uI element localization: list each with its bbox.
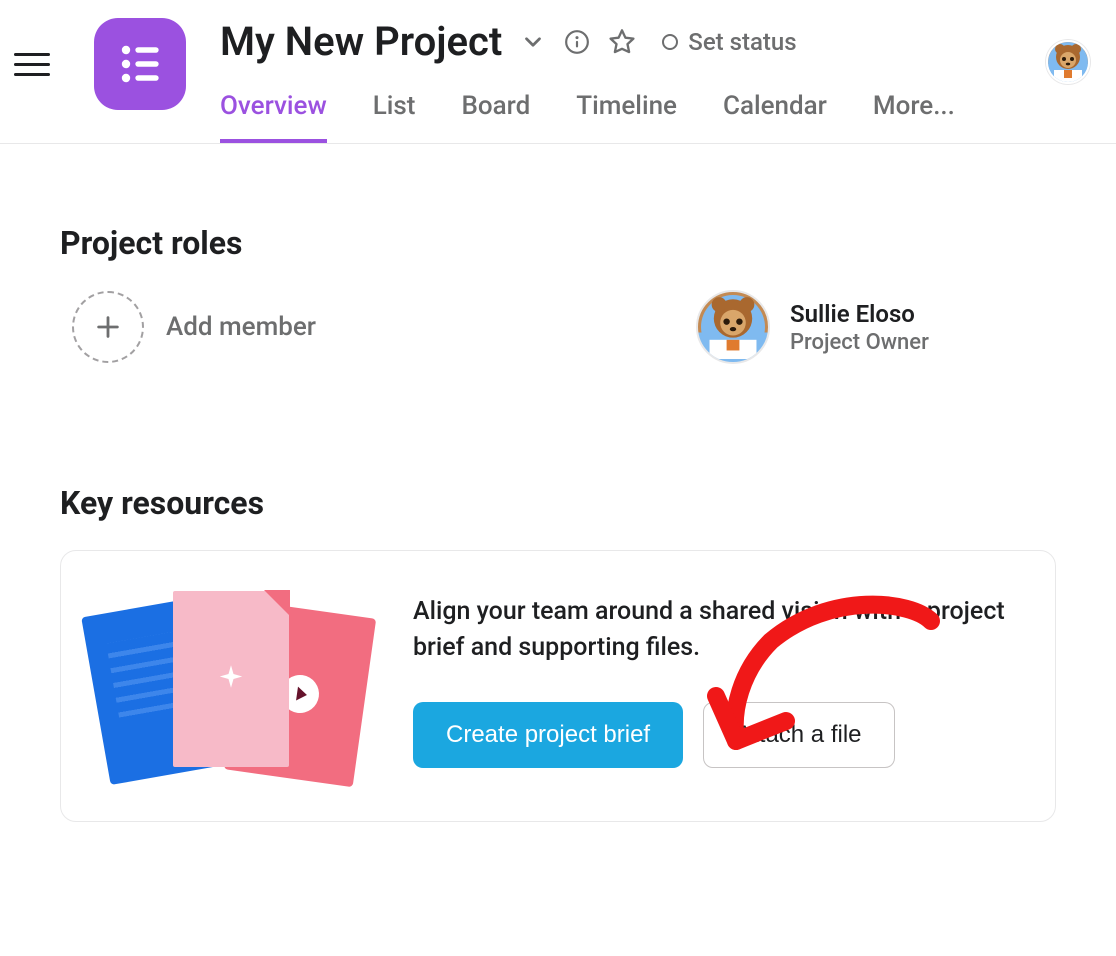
info-icon[interactable]: [564, 29, 590, 55]
status-dot-icon: [662, 34, 678, 50]
plus-icon: [72, 291, 144, 363]
star-icon[interactable]: [608, 28, 636, 56]
resources-description: Align your team around a shared vision w…: [413, 594, 1021, 667]
owner-avatar: [696, 290, 770, 364]
create-project-brief-button[interactable]: Create project brief: [413, 702, 683, 768]
status-label: Set status: [688, 28, 796, 56]
documents-illustration: [95, 591, 365, 771]
add-member-label: Add member: [166, 312, 316, 342]
menu-icon[interactable]: [14, 44, 54, 84]
user-avatar[interactable]: [1046, 40, 1090, 84]
section-title-resources: Key resources: [60, 484, 1056, 522]
header: My New Project Set status Overview List …: [0, 0, 1116, 144]
card-buttons: Create project brief Attach a file: [413, 702, 1021, 768]
add-member-button[interactable]: Add member: [60, 291, 316, 363]
tab-list[interactable]: List: [373, 91, 416, 143]
attach-file-button[interactable]: Attach a file: [703, 702, 894, 768]
owner-role: Project Owner: [790, 330, 929, 355]
roles-row: Add member Sullie Eloso: [60, 290, 1056, 364]
project-owner[interactable]: Sullie Eloso Project Owner: [696, 290, 929, 364]
card-content: Align your team around a shared vision w…: [413, 594, 1021, 769]
set-status-button[interactable]: Set status: [654, 24, 804, 60]
project-icon[interactable]: [94, 18, 186, 110]
header-main: My New Project Set status Overview List …: [186, 18, 1096, 143]
tab-board[interactable]: Board: [461, 91, 530, 143]
chevron-down-icon[interactable]: [520, 29, 546, 55]
tab-overview[interactable]: Overview: [220, 91, 327, 143]
tab-calendar[interactable]: Calendar: [723, 91, 827, 143]
title-row: My New Project Set status: [220, 18, 1096, 65]
owner-name: Sullie Eloso: [790, 300, 929, 328]
body: Project roles Add member: [0, 144, 1116, 862]
owner-info: Sullie Eloso Project Owner: [790, 300, 929, 355]
section-title-roles: Project roles: [60, 224, 1056, 262]
tabs: Overview List Board Timeline Calendar Mo…: [220, 91, 1096, 143]
key-resources-card: Align your team around a shared vision w…: [60, 550, 1056, 822]
project-title[interactable]: My New Project: [220, 18, 502, 65]
tab-timeline[interactable]: Timeline: [576, 91, 677, 143]
tab-more[interactable]: More...: [873, 91, 955, 143]
